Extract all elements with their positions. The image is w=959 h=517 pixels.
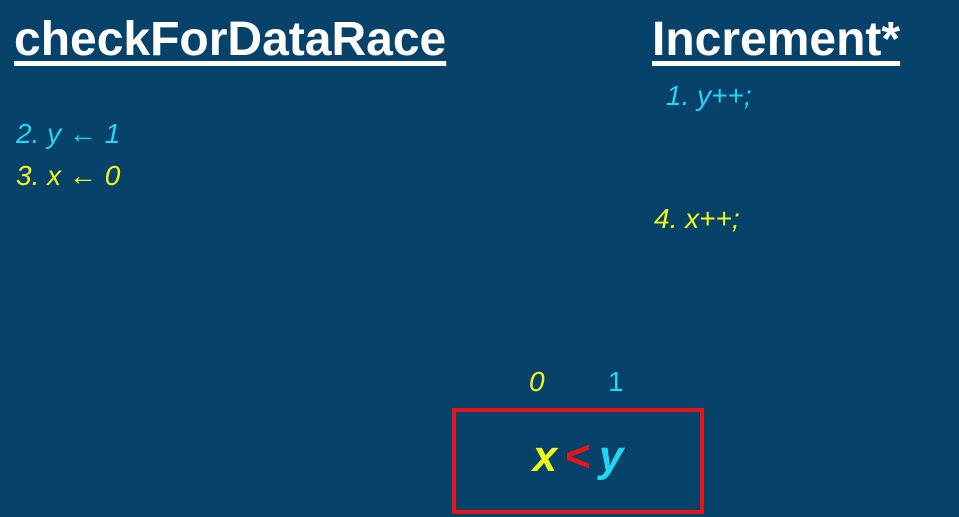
right-step-4: 4. x++; [654,203,740,234]
condition-left-operand: x [532,432,558,481]
condition-operator: < [565,432,591,481]
condition-expression: x < y [456,431,700,483]
y-value: 1 [608,366,624,397]
right-step-1: 1. y++; [666,80,752,111]
left-step-3: 3. x ← 0 [16,160,121,191]
left-step-2: 2. y ← 1 [16,118,121,149]
right-panel-title: Increment* [652,13,901,66]
left-panel-title: checkForDataRace [14,13,447,66]
condition-right-operand: y [598,432,624,481]
x-value: 0 [529,366,545,397]
condition-box: x < y [452,408,704,514]
